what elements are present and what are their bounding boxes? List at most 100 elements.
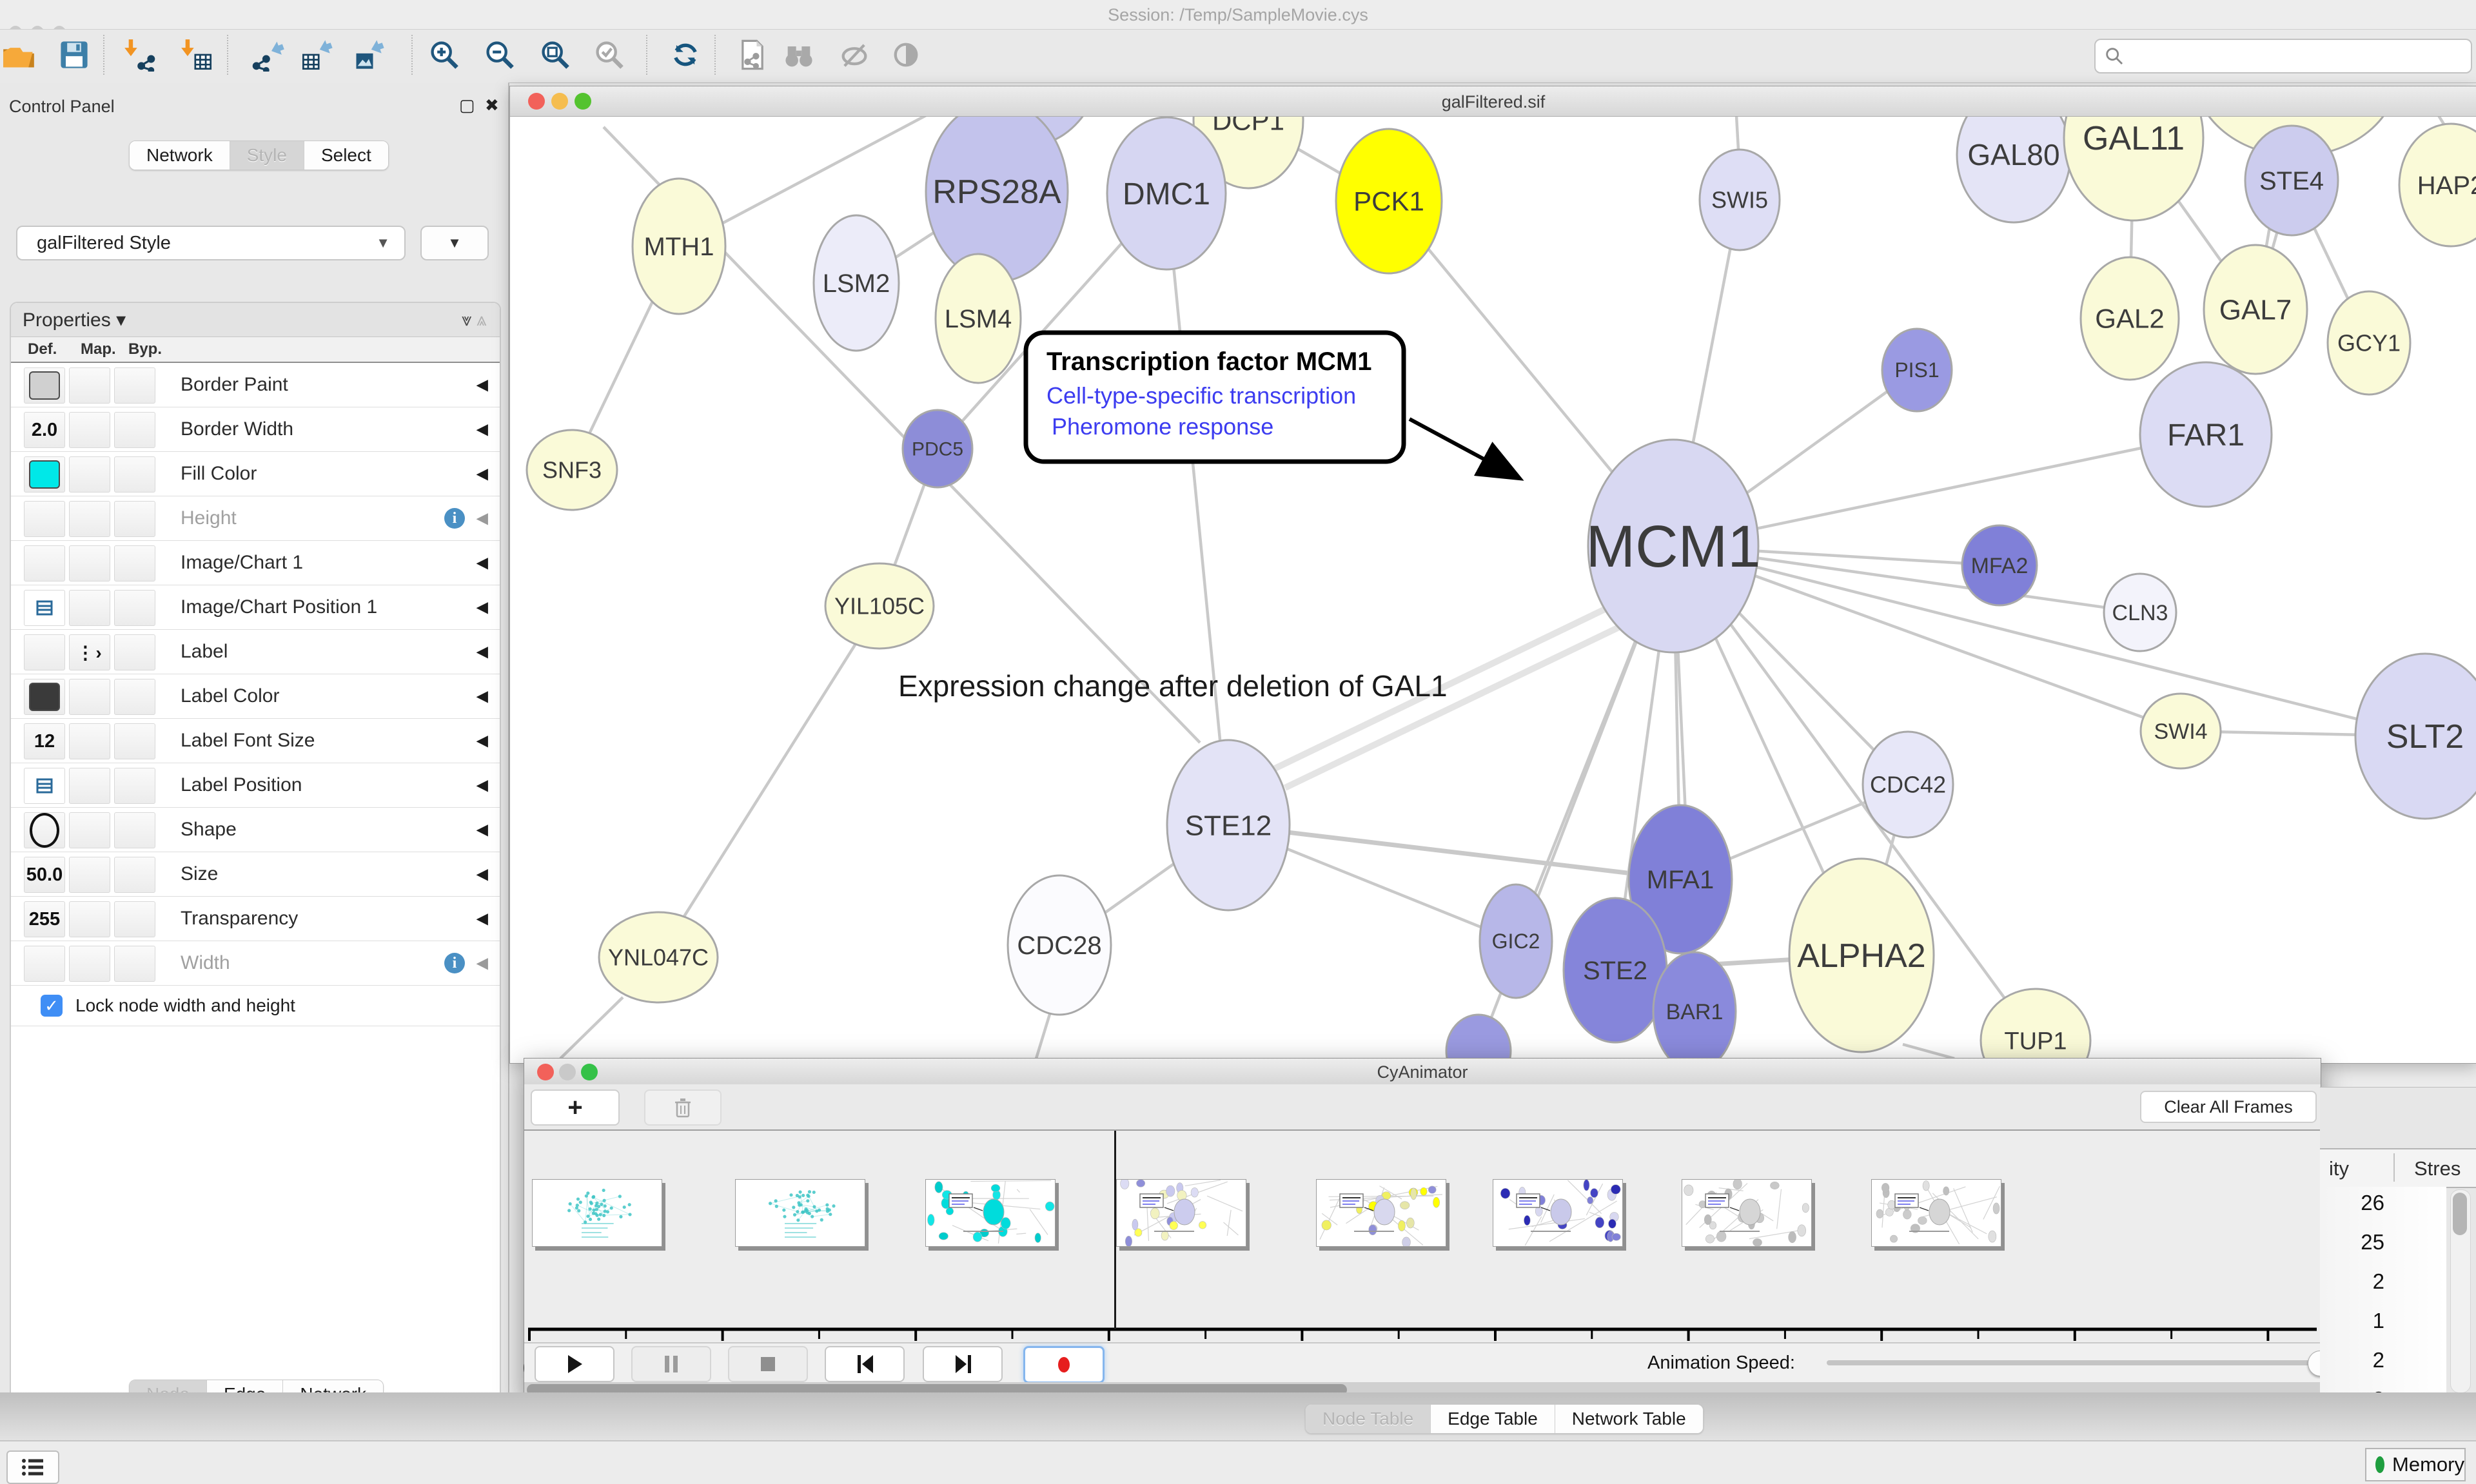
network-edge[interactable] — [1166, 193, 1228, 825]
record-button[interactable] — [1023, 1346, 1105, 1383]
network-node-lsm4[interactable]: LSM4 — [936, 254, 1021, 383]
prop-def-cell[interactable] — [24, 456, 65, 493]
prop-def-cell[interactable] — [24, 768, 65, 804]
search-network-icon[interactable] — [781, 37, 816, 72]
network-edge[interactable] — [1903, 1044, 1954, 1059]
contrast-icon[interactable] — [889, 37, 923, 72]
network-node-mfa2[interactable]: MFA2 — [1962, 525, 2037, 605]
network-node-gal7[interactable]: GAL7 — [2204, 245, 2307, 374]
prop-def-cell[interactable]: 255 — [24, 901, 65, 937]
network-edge[interactable] — [658, 606, 879, 957]
prop-map-cell[interactable] — [69, 723, 110, 759]
info-icon[interactable]: i — [444, 508, 465, 529]
prop-map-cell[interactable] — [69, 367, 110, 404]
expand-row-icon[interactable]: ◀ — [477, 554, 488, 572]
prop-map-cell[interactable]: ⋮› — [69, 634, 110, 670]
network-node-pck1[interactable]: PCK1 — [1336, 129, 1442, 273]
skip-end-button[interactable] — [923, 1346, 1003, 1382]
prop-map-cell[interactable] — [69, 812, 110, 848]
collapse-all-icon[interactable]: ⩓ — [477, 309, 487, 329]
scrollbar-thumb[interactable] — [2453, 1193, 2467, 1235]
keyframe-thumbnail-2[interactable] — [925, 1179, 1056, 1247]
tab-style[interactable]: Style — [230, 141, 304, 170]
property-row-transparency[interactable]: 255Transparency◀ — [11, 897, 500, 941]
expand-row-icon[interactable]: ◀ — [477, 420, 488, 439]
frame-timeline[interactable]: 0123456789Seconds — [524, 1131, 2321, 1341]
clear-all-frames-button[interactable]: Clear All Frames — [2140, 1091, 2317, 1123]
refresh-layout-icon[interactable] — [668, 37, 703, 72]
network-node-slt2[interactable]: SLT2 — [2355, 654, 2476, 819]
network-node-gic2[interactable]: GIC2 — [1480, 884, 1552, 998]
properties-header[interactable]: Properties ▾ — [23, 309, 126, 331]
prop-def-cell[interactable]: 50.0 — [24, 857, 65, 893]
network-node-far1[interactable]: FAR1 — [2140, 362, 2272, 507]
network-node-ste2[interactable]: STE2 — [1564, 898, 1667, 1042]
property-row-image-chart-1[interactable]: Image/Chart 1◀ — [11, 541, 500, 585]
task-history-button[interactable] — [6, 1450, 59, 1484]
import-network-icon[interactable] — [123, 37, 157, 72]
property-row-label-font-size[interactable]: 12Label Font Size◀ — [11, 719, 500, 763]
table-cell[interactable]: 1 — [2373, 1309, 2384, 1333]
property-row-label[interactable]: ⋮›Label◀ — [11, 630, 500, 674]
add-frame-button[interactable]: + — [531, 1089, 620, 1126]
prop-map-cell[interactable] — [69, 456, 110, 493]
network-node-cln3[interactable]: CLN3 — [2104, 574, 2176, 651]
prop-byp-cell[interactable] — [114, 590, 155, 626]
expand-row-icon[interactable]: ◀ — [477, 821, 488, 839]
property-row-label-color[interactable]: Label Color◀ — [11, 674, 500, 719]
keyframe-thumbnail-6[interactable] — [1682, 1179, 1812, 1247]
network-edge[interactable] — [1285, 625, 1623, 788]
prop-def-cell[interactable] — [24, 501, 65, 537]
expand-row-icon[interactable]: ◀ — [477, 687, 488, 706]
network-node-lsm2[interactable]: LSM2 — [814, 215, 899, 351]
network-node-gal80[interactable]: GAL80 — [1957, 117, 2070, 222]
delete-frame-button[interactable] — [644, 1089, 722, 1126]
network-node-cdc28[interactable]: CDC28 — [1008, 875, 1111, 1015]
prop-def-cell[interactable] — [24, 367, 65, 404]
network-node-hap2[interactable]: HAP2 — [2399, 124, 2476, 246]
playhead[interactable] — [1114, 1131, 1116, 1329]
network-node-cdc42[interactable]: CDC42 — [1863, 732, 1953, 837]
prop-map-cell[interactable] — [69, 545, 110, 581]
annotation-link[interactable]: Cell-type-specific transcription — [1046, 382, 1356, 409]
import-table-icon[interactable] — [179, 37, 214, 72]
expand-row-icon[interactable]: ◀ — [477, 376, 488, 395]
prop-def-cell[interactable] — [24, 545, 65, 581]
prop-def-cell[interactable] — [24, 946, 65, 982]
prop-def-cell[interactable]: 2.0 — [24, 412, 65, 448]
keyframe-thumbnail-5[interactable] — [1493, 1179, 1623, 1247]
prop-def-cell[interactable] — [24, 679, 65, 715]
expand-row-icon[interactable]: ◀ — [477, 598, 488, 617]
expand-row-icon[interactable]: ◀ — [477, 954, 488, 973]
open-session-icon[interactable] — [1, 37, 36, 72]
skip-start-button[interactable] — [825, 1346, 905, 1382]
zoom-out-icon[interactable] — [482, 37, 517, 72]
network-window-titlebar[interactable]: galFiltered.sif — [510, 86, 2476, 117]
keyframe-thumbnail-7[interactable] — [1871, 1179, 2001, 1247]
style-options-button[interactable]: ▼ — [420, 226, 489, 260]
memory-button[interactable]: Memory — [2365, 1448, 2466, 1481]
prop-byp-cell[interactable] — [114, 412, 155, 448]
keyframe-thumbnail-1[interactable] — [735, 1179, 865, 1247]
close-panel-icon[interactable]: ✖ — [485, 95, 499, 115]
keyframe-thumbnail-4[interactable] — [1316, 1179, 1446, 1247]
property-row-width[interactable]: Widthi◀ — [11, 941, 500, 986]
tab-select[interactable]: Select — [304, 141, 388, 170]
table-cell[interactable]: 2 — [2373, 1269, 2384, 1294]
network-edge[interactable] — [1673, 546, 2425, 736]
network-node-snf3[interactable]: SNF3 — [527, 430, 617, 510]
network-file-icon[interactable] — [735, 37, 770, 72]
network-node-pis1[interactable]: PIS1 — [1882, 329, 1952, 411]
export-image-icon[interactable] — [351, 37, 386, 72]
property-row-fill-color[interactable]: Fill Color◀ — [11, 452, 500, 496]
float-panel-icon[interactable]: ▢ — [459, 95, 475, 115]
expand-row-icon[interactable]: ◀ — [477, 643, 488, 661]
play-button[interactable] — [535, 1346, 614, 1382]
column-divider[interactable] — [2393, 1153, 2395, 1182]
keyframe-thumbnail-3[interactable] — [1116, 1179, 1246, 1247]
prop-byp-cell[interactable] — [114, 901, 155, 937]
table-tab-node-table[interactable]: Node Table — [1306, 1405, 1431, 1433]
network-node-swi5[interactable]: SWI5 — [1700, 150, 1780, 250]
table-tab-network-table[interactable]: Network Table — [1555, 1405, 1703, 1433]
prop-byp-cell[interactable] — [114, 768, 155, 804]
